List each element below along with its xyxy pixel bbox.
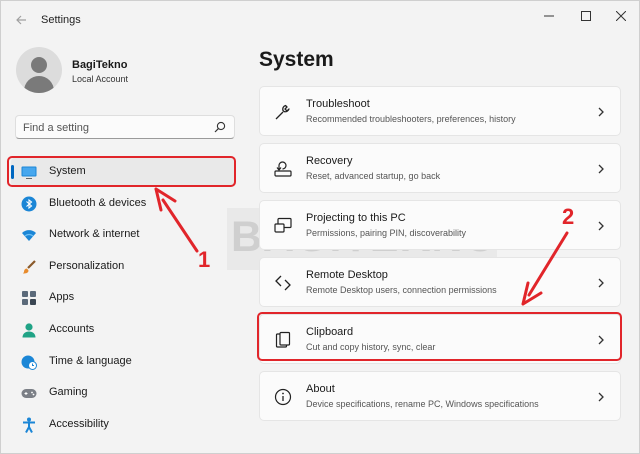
card-title: Troubleshoot bbox=[306, 98, 370, 110]
card-remote-desktop[interactable]: Remote Desktop Remote Desktop users, con… bbox=[259, 257, 621, 307]
window-title: Settings bbox=[41, 14, 81, 26]
card-subtitle: Permissions, pairing PIN, discoverabilit… bbox=[306, 228, 467, 238]
step-number-1: 1 bbox=[198, 247, 211, 272]
wrench-icon bbox=[275, 104, 290, 120]
sidebar-item-gaming[interactable]: Gaming bbox=[11, 378, 235, 408]
remote-desktop-icon bbox=[275, 275, 291, 291]
step-number-2: 2 bbox=[562, 204, 575, 229]
title-bar: Settings bbox=[1, 1, 640, 41]
page-title: System bbox=[259, 48, 334, 71]
sidebar-item-label: Network & internet bbox=[49, 228, 140, 240]
card-title: About bbox=[306, 383, 335, 395]
avatar-head bbox=[31, 57, 47, 73]
sidebar-item-network[interactable]: Network & internet bbox=[11, 220, 235, 250]
globe-clock-icon bbox=[21, 355, 37, 370]
card-title: Projecting to this PC bbox=[306, 212, 406, 224]
card-subtitle: Reset, advanced startup, go back bbox=[306, 171, 441, 181]
recovery-icon bbox=[274, 161, 292, 177]
card-title: Remote Desktop bbox=[306, 269, 388, 281]
account-type: Local Account bbox=[72, 74, 129, 84]
person-icon bbox=[22, 323, 36, 338]
sidebar-item-label: Bluetooth & devices bbox=[49, 197, 147, 209]
sidebar-item-accounts[interactable]: Accounts bbox=[11, 315, 235, 345]
sidebar-item-bluetooth[interactable]: Bluetooth & devices bbox=[11, 189, 235, 219]
projecting-icon bbox=[274, 217, 292, 233]
sidebar-item-label: Accounts bbox=[49, 323, 95, 335]
sidebar-item-label: Apps bbox=[49, 291, 75, 303]
card-subtitle: Device specifications, rename PC, Window… bbox=[306, 399, 539, 409]
sidebar-item-apps[interactable]: Apps bbox=[11, 283, 235, 313]
info-icon bbox=[274, 388, 292, 406]
sidebar-item-label: Time & language bbox=[49, 355, 132, 367]
chevron-right-icon bbox=[598, 107, 604, 117]
chevron-right-icon bbox=[598, 221, 604, 231]
chevron-right-icon bbox=[598, 164, 604, 174]
close-icon[interactable] bbox=[606, 5, 636, 27]
sidebar-item-time-language[interactable]: Time & language bbox=[11, 347, 235, 377]
avatar[interactable] bbox=[16, 47, 62, 93]
sidebar-item-accessibility[interactable]: Accessibility bbox=[11, 410, 235, 440]
wifi-icon bbox=[22, 230, 36, 241]
maximize-icon[interactable] bbox=[571, 5, 601, 27]
card-title: Recovery bbox=[306, 155, 353, 167]
apps-grid-icon bbox=[22, 291, 36, 305]
highlight-clipboard bbox=[257, 312, 622, 361]
sidebar-item-label: Personalization bbox=[49, 260, 125, 272]
accessibility-icon bbox=[23, 417, 35, 433]
brush-icon bbox=[23, 260, 36, 274]
sidebar-item-label: Accessibility bbox=[49, 418, 109, 430]
sidebar-item-label: Gaming bbox=[49, 386, 88, 398]
card-about[interactable]: About Device specifications, rename PC, … bbox=[259, 371, 621, 421]
chevron-right-icon bbox=[598, 392, 604, 402]
search-icon[interactable] bbox=[214, 121, 226, 133]
chevron-right-icon bbox=[598, 278, 604, 288]
card-subtitle: Remote Desktop users, connection permiss… bbox=[306, 285, 497, 295]
settings-window: Settings BagiTekno Local Account System … bbox=[0, 0, 640, 454]
minimize-icon[interactable] bbox=[534, 5, 564, 27]
search-box[interactable] bbox=[15, 115, 235, 139]
user-name: BagiTekno bbox=[72, 59, 128, 71]
avatar-body bbox=[24, 76, 54, 93]
highlight-system bbox=[7, 156, 236, 187]
card-troubleshoot[interactable]: Troubleshoot Recommended troubleshooters… bbox=[259, 86, 621, 136]
arrow-left-icon[interactable] bbox=[11, 11, 31, 31]
search-input[interactable] bbox=[23, 120, 208, 135]
card-subtitle: Recommended troubleshooters, preferences… bbox=[306, 114, 516, 124]
card-recovery[interactable]: Recovery Reset, advanced startup, go bac… bbox=[259, 143, 621, 193]
bluetooth-icon bbox=[21, 196, 37, 212]
gamepad-icon bbox=[21, 389, 37, 398]
